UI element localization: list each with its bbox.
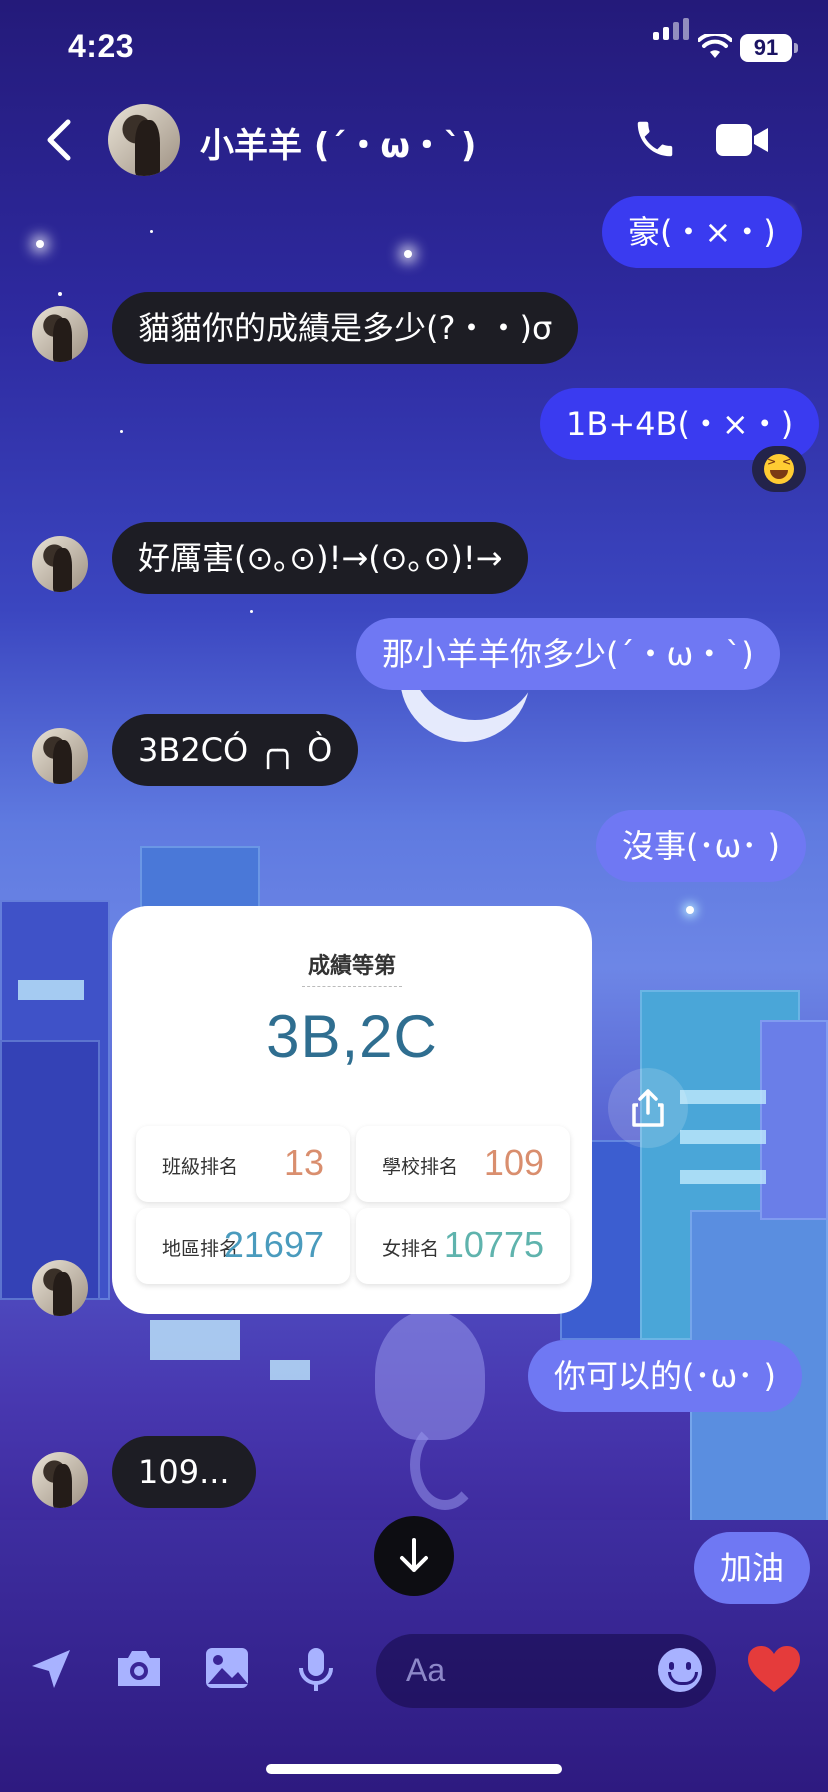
rank-value: 109 [483,1142,544,1183]
gallery-button[interactable] [204,1646,250,1694]
camera-icon [118,1651,160,1686]
message-avatar [32,728,88,784]
message-avatar [32,1452,88,1508]
microphone-icon [299,1648,333,1691]
outgoing-message[interactable]: 那小羊羊你多少(´・ω・`) [356,618,780,690]
status-time: 4:23 [68,28,135,64]
contact-name[interactable]: 小羊羊 (´・ω・`) [200,118,476,167]
incoming-message[interactable]: 好厲害(⊙｡⊙)!→(⊙｡⊙)!→ [112,522,529,594]
contact-avatar[interactable] [108,104,180,176]
emoji-picker-icon[interactable] [658,1648,702,1692]
chevron-left-icon [47,119,71,161]
message-avatar [32,306,88,362]
camera-button[interactable] [114,1646,164,1694]
phone-icon [637,121,673,157]
wifi-icon [697,31,733,64]
incoming-message[interactable]: 3B2CÓ ╭╮ Ò [112,714,359,786]
video-camera-icon [716,124,768,156]
title-divider [302,986,402,987]
battery-indicator: 91 [740,34,798,62]
back-button[interactable] [40,118,80,162]
grade-value: 3B,2C [266,1003,438,1070]
rank-value: 21697 [223,1224,324,1265]
arrow-down-icon [400,1538,428,1572]
rank-value: 10775 [443,1224,544,1265]
scroll-to-bottom-button[interactable] [374,1516,454,1596]
female-rank-box: 女排名 10775 [356,1208,570,1284]
heart-icon [748,1646,800,1692]
laughing-emoji-icon [764,454,794,484]
rank-label: 女排名 [382,1238,440,1260]
location-button[interactable] [28,1646,74,1696]
grade-report-image[interactable]: 成績等第 3B,2C 班級排名 13 學校排名 109 地區排名 21697 女… [112,906,592,1314]
outgoing-message[interactable]: 沒事(･ω･ ) [596,810,806,882]
video-call-button[interactable] [716,122,770,162]
home-indicator [266,1764,562,1774]
class-rank-box: 班級排名 13 [136,1126,350,1202]
incoming-message[interactable]: 109... [112,1436,256,1508]
message-input[interactable]: Aa [376,1634,716,1708]
school-rank-box: 學校排名 109 [356,1126,570,1202]
image-icon [206,1648,248,1688]
phone-call-button[interactable] [632,116,678,166]
message-avatar [32,536,88,592]
outgoing-message[interactable]: 你可以的(･ω･ ) [528,1340,802,1412]
location-arrow-icon [32,1650,70,1688]
outgoing-message[interactable]: 加油 [694,1532,811,1604]
message-reaction[interactable] [752,446,806,492]
incoming-message[interactable]: 貓貓你的成績是多少(?・・)σ [112,292,579,364]
rank-label: 班級排名 [162,1156,239,1178]
voice-button[interactable] [296,1646,336,1698]
rank-value: 13 [283,1142,324,1183]
message-input-placeholder: Aa [406,1652,446,1688]
ghost-cat-silhouette [375,1310,485,1440]
rank-label: 學校排名 [382,1156,459,1178]
region-rank-box: 地區排名 21697 [136,1208,350,1284]
like-button[interactable] [746,1644,802,1700]
share-icon [632,1089,664,1127]
grade-card-title: 成績等第 [307,954,396,979]
share-button[interactable] [608,1068,688,1148]
ghost-cat-tail [410,1420,480,1510]
message-avatar [32,1260,88,1316]
outgoing-message[interactable]: 豪(・×・) [602,196,802,268]
